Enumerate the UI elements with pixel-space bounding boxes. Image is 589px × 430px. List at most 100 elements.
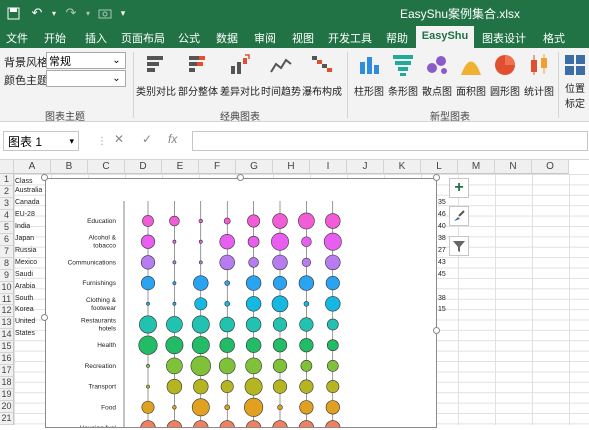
- bubble-point[interactable]: [326, 318, 339, 331]
- bubble-point[interactable]: [299, 379, 314, 394]
- bubble-point[interactable]: [142, 215, 154, 227]
- tab-data[interactable]: 数据: [208, 26, 246, 48]
- bubble-point[interactable]: [193, 378, 209, 395]
- bubble-point[interactable]: [244, 397, 264, 417]
- bubble-point[interactable]: [323, 232, 342, 251]
- save-icon[interactable]: [4, 4, 22, 22]
- chart-styles-button[interactable]: [449, 206, 469, 226]
- bubble-point[interactable]: [272, 276, 288, 291]
- category-compare-button[interactable]: 类别对比: [136, 52, 176, 98]
- bubble-point[interactable]: [245, 357, 262, 375]
- cell-country[interactable]: Saudi: [15, 271, 33, 278]
- row-header[interactable]: 21: [0, 413, 14, 425]
- row-header[interactable]: 16: [0, 353, 14, 366]
- row-header[interactable]: 2: [0, 185, 14, 198]
- resize-handle-top-center[interactable]: [237, 174, 244, 181]
- statistics-chart-button[interactable]: 统计图: [522, 52, 556, 98]
- time-trend-button[interactable]: 时间趋势: [261, 52, 301, 98]
- row-header[interactable]: 14: [0, 329, 14, 342]
- column-header[interactable]: D: [125, 160, 162, 174]
- bubble-point[interactable]: [325, 213, 341, 229]
- bubble-point[interactable]: [169, 215, 180, 227]
- bubble-point[interactable]: [191, 315, 210, 334]
- row-header[interactable]: 8: [0, 257, 14, 270]
- bubble-point[interactable]: [326, 360, 339, 372]
- cell-country[interactable]: Korea: [15, 306, 34, 313]
- bubble-point[interactable]: [326, 380, 340, 394]
- color-theme-dropdown[interactable]: ⌄: [108, 70, 126, 87]
- bubble-point[interactable]: [140, 255, 156, 270]
- bubble-point[interactable]: [271, 232, 289, 251]
- cell-country[interactable]: Australia: [15, 187, 42, 194]
- row-header[interactable]: 17: [0, 365, 14, 378]
- bubble-point[interactable]: [166, 316, 183, 333]
- bubble-point[interactable]: [219, 420, 235, 430]
- row-header[interactable]: 13: [0, 317, 14, 330]
- column-header[interactable]: F: [199, 160, 236, 174]
- cell-country[interactable]: Canada: [15, 199, 40, 206]
- column-header[interactable]: G: [236, 160, 273, 174]
- formula-bar-grip[interactable]: ⋮: [97, 136, 107, 147]
- row-header[interactable]: 6: [0, 233, 14, 246]
- bubble-point[interactable]: [198, 239, 203, 244]
- column-header[interactable]: A: [14, 160, 51, 174]
- resize-handle-middle-right[interactable]: [433, 327, 440, 334]
- redo-dropdown-icon[interactable]: ▾: [84, 4, 92, 22]
- undo-dropdown-icon[interactable]: ▾: [50, 4, 58, 22]
- tab-format[interactable]: 格式: [534, 26, 574, 48]
- cell-country[interactable]: Arabia: [15, 283, 35, 290]
- formula-input[interactable]: [192, 131, 588, 151]
- bubble-point[interactable]: [300, 360, 313, 372]
- bubble-point[interactable]: [301, 236, 312, 247]
- bubble-point[interactable]: [299, 400, 314, 415]
- row-header[interactable]: 11: [0, 293, 14, 306]
- cancel-icon[interactable]: ✕: [114, 132, 124, 146]
- camera-icon[interactable]: [96, 4, 114, 22]
- tab-easyshu[interactable]: EasyShu: [416, 26, 474, 48]
- insert-function-icon[interactable]: fx: [168, 132, 177, 146]
- bubble-point[interactable]: [325, 420, 341, 430]
- column-header[interactable]: I: [310, 160, 347, 174]
- column-header[interactable]: E: [162, 160, 199, 174]
- cell-value[interactable]: 15: [438, 306, 446, 313]
- tab-chart-design[interactable]: 图表设计: [474, 26, 534, 48]
- bubble-point[interactable]: [190, 355, 211, 377]
- bubble-point[interactable]: [172, 260, 177, 265]
- bubble-point[interactable]: [245, 337, 262, 353]
- cell-country[interactable]: States: [15, 330, 35, 337]
- part-whole-button[interactable]: 部分整体: [178, 52, 218, 98]
- bubble-point[interactable]: [191, 336, 210, 355]
- bubble-chart[interactable]: Education Alcohol & tobacco Communications F…: [45, 178, 437, 430]
- column-header[interactable]: M: [458, 160, 495, 174]
- bubble-point[interactable]: [224, 404, 230, 411]
- bubble-point[interactable]: [298, 212, 315, 230]
- bubble-point[interactable]: [172, 301, 177, 306]
- bubble-point[interactable]: [272, 420, 288, 430]
- cell-value[interactable]: 35: [438, 199, 446, 206]
- bubble-point[interactable]: [301, 257, 312, 268]
- bubble-point[interactable]: [146, 384, 150, 389]
- row-header[interactable]: 9: [0, 269, 14, 282]
- bubble-point[interactable]: [140, 276, 156, 291]
- cell-country[interactable]: India: [15, 223, 30, 230]
- column-header[interactable]: J: [347, 160, 384, 174]
- bubble-point[interactable]: [223, 217, 231, 225]
- bubble-point[interactable]: [247, 214, 261, 228]
- cell-value[interactable]: 45: [438, 271, 446, 278]
- bubble-point[interactable]: [299, 317, 314, 332]
- bubble-point[interactable]: [139, 315, 157, 334]
- cell-country[interactable]: South: [15, 295, 33, 302]
- bubble-point[interactable]: [193, 275, 209, 291]
- bubble-point[interactable]: [325, 296, 341, 312]
- tab-home[interactable]: 开始: [34, 26, 76, 48]
- bubble-point[interactable]: [298, 420, 315, 430]
- bubble-point[interactable]: [172, 239, 177, 244]
- bubble-point[interactable]: [165, 336, 184, 355]
- bubble-point[interactable]: [166, 378, 183, 395]
- row-header[interactable]: 12: [0, 305, 14, 318]
- column-chart-button[interactable]: 柱形图: [352, 52, 386, 98]
- bubble-point[interactable]: [193, 420, 209, 430]
- bubble-point[interactable]: [271, 295, 289, 313]
- bubble-point[interactable]: [272, 317, 288, 332]
- bubble-point[interactable]: [298, 275, 315, 291]
